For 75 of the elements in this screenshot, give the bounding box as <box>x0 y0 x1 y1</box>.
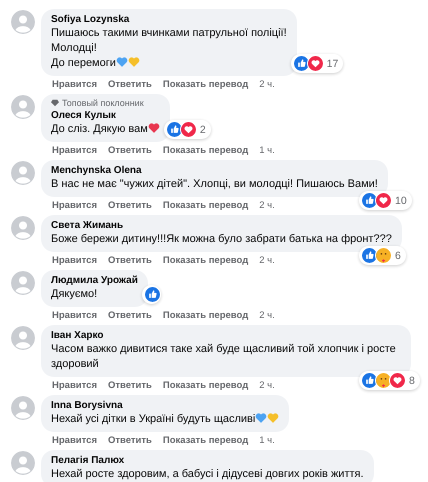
comment-text: Пишаюсь такими вчинками патрульної поліції! <box>51 27 287 39</box>
timestamp[interactable]: 2 ч. <box>259 310 275 322</box>
timestamp[interactable]: 2 ч. <box>259 380 275 392</box>
avatar[interactable] <box>11 161 35 185</box>
avatar[interactable] <box>11 216 35 240</box>
reaction-count: 2 <box>200 124 207 136</box>
author-name[interactable]: Inna Borysivna <box>51 399 280 412</box>
comment-text: Молодці! <box>51 42 97 54</box>
reaction-count: 10 <box>395 194 408 206</box>
comment-text: До перемоги <box>51 57 116 69</box>
avatar[interactable] <box>11 10 35 34</box>
comment-text: Нехай усі дітки в Україні будуть щасливі <box>51 413 256 425</box>
heart-icon <box>375 192 392 209</box>
timestamp[interactable]: 2 ч. <box>259 255 275 267</box>
hugging-face-icon <box>375 247 392 264</box>
comment-text: Боже бережи дитину!!!Як можна було забрати батька на фронт??? <box>51 233 392 245</box>
avatar[interactable] <box>11 326 35 350</box>
top-fan-label: Топовый поклонник <box>62 98 144 108</box>
action-link[interactable]: Ответить <box>108 200 152 212</box>
avatar[interactable] <box>11 396 35 420</box>
action-link[interactable]: Показать перевод <box>162 380 248 392</box>
reactions-badge[interactable]: 17 <box>290 54 344 73</box>
heart-icon <box>180 121 197 138</box>
action-link[interactable]: Нравится <box>52 79 97 91</box>
reactions-badge[interactable]: 2 <box>164 120 211 139</box>
timestamp[interactable]: 2 ч. <box>259 200 275 212</box>
like-icon <box>144 286 161 303</box>
author-name[interactable]: Олеся Кулык <box>51 109 160 122</box>
action-link[interactable]: Ответить <box>108 435 152 447</box>
timestamp[interactable]: 1 ч. <box>259 435 275 447</box>
action-link[interactable]: Ответить <box>108 255 152 267</box>
timestamp[interactable]: 1 ч. <box>259 145 275 157</box>
action-link[interactable]: Показать перевод <box>162 255 248 267</box>
comment-text: До сліз. Дякую вам <box>51 123 148 135</box>
action-link[interactable]: Ответить <box>108 310 152 322</box>
comment-text: Нехай росте здоровим, а бабусі і дідусеві довгих років життя. <box>51 468 364 480</box>
reactions-badge[interactable]: 10 <box>359 191 412 210</box>
action-link[interactable]: Нравится <box>52 380 97 392</box>
author-name[interactable]: Sofiya Lozynska <box>51 13 287 26</box>
reactions-badge[interactable]: 8 <box>359 371 420 390</box>
author-name[interactable]: Menchynska Olena <box>51 164 378 177</box>
reactions-badge[interactable]: 6 <box>359 246 406 265</box>
timestamp[interactable]: 2 ч. <box>259 79 275 91</box>
action-link[interactable]: Нравится <box>52 145 97 157</box>
action-link[interactable]: Ответить <box>108 380 152 392</box>
action-link[interactable]: Нравится <box>52 310 97 322</box>
reaction-count: 6 <box>395 250 402 262</box>
author-name[interactable]: Іван Харко <box>51 329 401 342</box>
action-link[interactable]: Показать перевод <box>162 435 248 447</box>
reaction-count: 17 <box>326 58 340 70</box>
comment-text: Дякуємо! <box>51 288 98 300</box>
action-link[interactable]: Показать перевод <box>162 310 248 322</box>
action-link[interactable]: Ответить <box>108 145 152 157</box>
action-link[interactable]: Нравится <box>52 200 97 212</box>
comment-text: В нас не має "чужих дітей". Хлопці, ви молодці! Пишаюсь Вами! <box>51 178 378 190</box>
reactions-badge[interactable] <box>142 285 161 304</box>
action-link[interactable]: Нравится <box>52 435 97 447</box>
like-icon <box>166 121 183 138</box>
action-link[interactable]: Нравится <box>52 255 97 267</box>
reaction-count: 8 <box>409 374 416 386</box>
author-name[interactable]: Пелагія Палюх <box>51 454 364 467</box>
avatar[interactable] <box>11 451 35 475</box>
author-name[interactable]: Людмила Урожай <box>51 274 138 287</box>
comment-text: Часом важко дивитися таке хай буде щасливий той хлопчик і росте здоровий <box>51 343 396 370</box>
author-name[interactable]: Света Жимань <box>51 219 392 232</box>
action-link[interactable]: Показать перевод <box>162 145 248 157</box>
diamond-icon <box>51 99 59 107</box>
action-link[interactable]: Ответить <box>108 79 152 91</box>
heart-icon <box>389 372 406 389</box>
like-icon <box>292 55 310 72</box>
action-link[interactable]: Показать перевод <box>162 79 248 91</box>
avatar[interactable] <box>11 95 35 119</box>
action-link[interactable]: Показать перевод <box>162 200 248 212</box>
avatar[interactable] <box>11 271 35 295</box>
heart-icon <box>306 55 324 72</box>
